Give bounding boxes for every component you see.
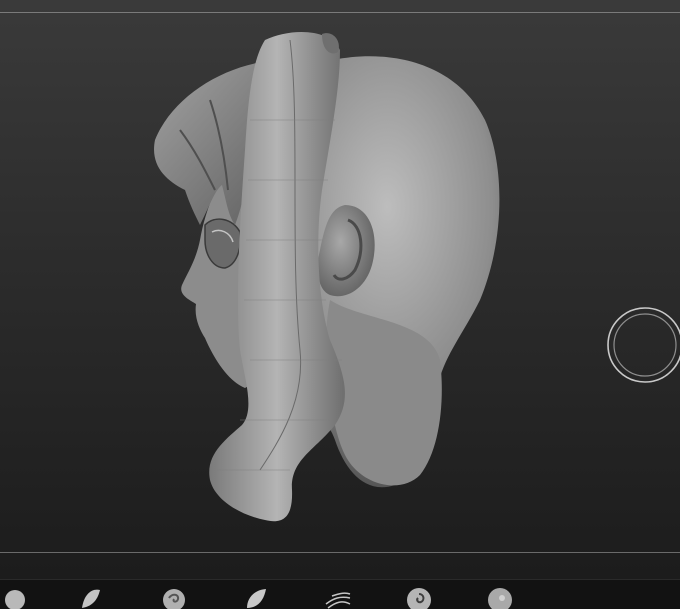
spiral-brush-icon[interactable] [160, 584, 188, 609]
sphere-inflate-brush-icon[interactable] [486, 584, 514, 609]
viewport-bottom-border [0, 552, 680, 553]
fiber-brush-icon[interactable] [324, 584, 352, 609]
leaf-brush-icon[interactable] [242, 584, 270, 609]
3d-viewport[interactable] [0, 0, 680, 579]
horn-brush-icon[interactable] [78, 584, 106, 609]
swirl-brush-icon[interactable] [405, 584, 433, 609]
sculpt-app [0, 0, 680, 609]
sculpted-head-model[interactable] [0, 0, 680, 579]
clay-sphere-brush-icon[interactable] [3, 584, 31, 609]
rotate-gizmo-icon[interactable] [605, 300, 680, 384]
brush-shelf [0, 579, 680, 609]
